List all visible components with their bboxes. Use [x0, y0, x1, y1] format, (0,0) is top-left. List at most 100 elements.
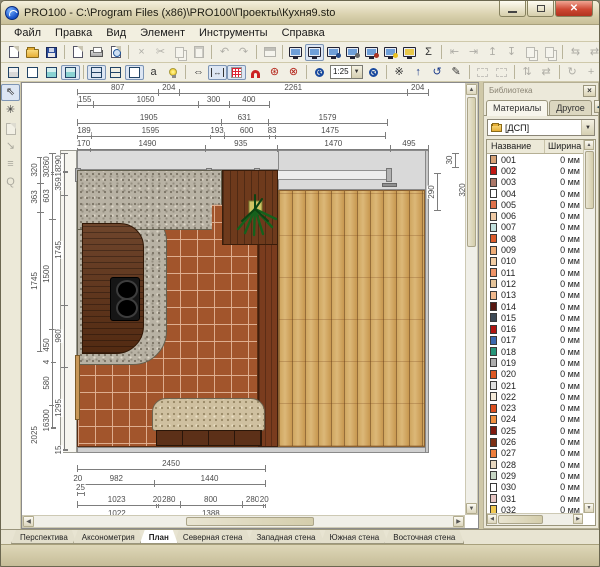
lighting-button[interactable] [163, 65, 182, 80]
scroll-up-arrow[interactable]: ▲ [466, 84, 477, 95]
canvas-horizontal-scrollbar[interactable]: ◀ ▶ [22, 515, 465, 528]
show-axes-button[interactable]: ⇔ [189, 65, 208, 80]
library-tab-materials[interactable]: Материалы [486, 100, 548, 116]
vertical-scroll-thumb[interactable] [467, 97, 476, 247]
material-row-003[interactable]: 0030 мм [487, 177, 583, 188]
materials-vertical-scrollbar[interactable]: ▲ ▼ [583, 140, 595, 513]
material-row-022[interactable]: 0220 мм [487, 391, 583, 402]
materials-hscroll-thumb[interactable] [498, 515, 543, 524]
material-row-023[interactable]: 0230 мм [487, 403, 583, 414]
library-close-button[interactable]: × [583, 85, 596, 97]
menu-item-5[interactable]: Инструменты [192, 26, 275, 40]
new-document-button[interactable] [4, 44, 23, 61]
door-leaf[interactable] [75, 355, 80, 420]
material-row-014[interactable]: 0140 мм [487, 301, 583, 312]
rotate-element-left-button[interactable]: ↺ [428, 65, 447, 80]
maximize-button[interactable] [527, 1, 554, 17]
view-tab-3[interactable]: План [140, 530, 178, 544]
material-row-006[interactable]: 0060 мм [487, 210, 583, 221]
price-list-button[interactable]: Σ [419, 44, 438, 61]
floor-plan-view[interactable]: 8072042261204155105030040019056311579189… [22, 83, 465, 515]
materials-scroll-thumb[interactable] [585, 151, 594, 209]
print-button[interactable] [87, 44, 106, 61]
horizontal-scroll-thumb[interactable] [186, 517, 314, 526]
material-row-029[interactable]: 0290 мм [487, 470, 583, 481]
show-dimensions-button[interactable]: ↔ [208, 65, 227, 80]
view-color-button[interactable] [42, 65, 61, 80]
material-row-007[interactable]: 0070 мм [487, 222, 583, 233]
material-row-019[interactable]: 0190 мм [487, 357, 583, 368]
scroll-left-arrow[interactable]: ◀ [23, 516, 34, 527]
material-row-025[interactable]: 0250 мм [487, 425, 583, 436]
material-row-021[interactable]: 0210 мм [487, 380, 583, 391]
view-dimensions-window-button[interactable] [362, 44, 381, 61]
move-element-up-button[interactable]: ↑ [409, 65, 428, 80]
column-header-name[interactable]: Название [487, 140, 545, 153]
show-grid-button[interactable] [227, 65, 246, 80]
menu-item-4[interactable]: Элемент [133, 26, 192, 40]
material-row-004[interactable]: 0040 мм [487, 188, 583, 199]
material-row-010[interactable]: 0100 мм [487, 256, 583, 267]
column-header-width[interactable]: Ширина [545, 140, 583, 153]
plank-floor[interactable] [278, 190, 425, 447]
menu-item-1[interactable]: Файл [7, 26, 48, 40]
materials-scroll-right[interactable]: ▶ [573, 514, 583, 524]
materials-scroll-up[interactable]: ▲ [584, 140, 594, 150]
materials-scroll-left[interactable]: ◀ [487, 514, 497, 524]
cooktop[interactable] [110, 277, 140, 321]
zoom-out-button[interactable]: − [364, 65, 383, 80]
material-row-015[interactable]: 0150 мм [487, 312, 583, 323]
combo-dropdown-arrow[interactable]: ▼ [581, 120, 594, 135]
show-contours-button[interactable] [87, 65, 106, 80]
material-row-005[interactable]: 0050 мм [487, 199, 583, 210]
material-row-020[interactable]: 0200 мм [487, 369, 583, 380]
top-countertop[interactable] [77, 170, 222, 230]
menu-item-6[interactable]: Справка [275, 26, 332, 40]
zoom-in-button[interactable]: + [310, 65, 329, 80]
render-quality-button[interactable]: ※ [390, 65, 409, 80]
chevron-down-icon[interactable]: ▼ [351, 66, 362, 78]
material-row-013[interactable]: 0130 мм [487, 290, 583, 301]
save-project-button[interactable] [42, 44, 61, 61]
dimensions-tool-button[interactable]: ✳ [1, 102, 20, 119]
material-row-016[interactable]: 0160 мм [487, 323, 583, 334]
edit-shape-button[interactable]: ✎ [447, 65, 466, 80]
menu-item-3[interactable]: Вид [99, 26, 133, 40]
view-wireframe-button[interactable] [4, 65, 23, 80]
view-tab-4[interactable]: Северная стена [174, 530, 252, 544]
material-row-031[interactable]: 0310 мм [487, 493, 583, 504]
bench-cushion[interactable] [152, 398, 265, 431]
close-button[interactable]: ✕ [555, 1, 593, 17]
snap-off-button[interactable]: ⊗ [284, 65, 303, 80]
print-preview-button[interactable] [106, 44, 125, 61]
library-tab-other[interactable]: Другое [549, 100, 592, 115]
view-light-window-button[interactable] [381, 44, 400, 61]
view-projection-button[interactable] [305, 44, 324, 61]
scroll-right-arrow[interactable]: ▶ [453, 516, 464, 527]
scroll-down-arrow[interactable]: ▼ [466, 503, 477, 514]
material-row-009[interactable]: 0090 мм [487, 244, 583, 255]
open-project-button[interactable] [23, 44, 42, 61]
material-row-012[interactable]: 0120 мм [487, 278, 583, 289]
view-tab-5[interactable]: Западная стена [247, 530, 324, 544]
view-autosave-button[interactable] [400, 44, 419, 61]
tab-scroll-left-icon[interactable]: ◀ [594, 100, 600, 113]
material-row-008[interactable]: 0080 мм [487, 233, 583, 244]
view-tab-6[interactable]: Южная стена [320, 530, 388, 544]
material-category-combo[interactable]: [ДСП] ▼ [487, 119, 595, 136]
view-tab-1[interactable]: Перспектива [11, 530, 77, 544]
minimize-button[interactable] [499, 1, 526, 17]
material-row-028[interactable]: 0280 мм [487, 459, 583, 470]
snap-magnet-button[interactable] [246, 65, 265, 80]
show-edges-button[interactable] [106, 65, 125, 80]
material-row-018[interactable]: 0180 мм [487, 346, 583, 357]
snap-rotate-button[interactable]: ⊛ [265, 65, 284, 80]
south-wall[interactable] [77, 447, 428, 453]
show-names-button[interactable]: a [144, 65, 163, 80]
page-setup-button[interactable] [68, 44, 87, 61]
canvas-vertical-scrollbar[interactable]: ▲ ▼ [465, 83, 478, 515]
view-hidden-lines-button[interactable] [23, 65, 42, 80]
view-tab-2[interactable]: Аксонометрия [73, 530, 144, 544]
show-fill-button[interactable] [125, 65, 144, 80]
materials-scroll-down[interactable]: ▼ [584, 503, 594, 513]
